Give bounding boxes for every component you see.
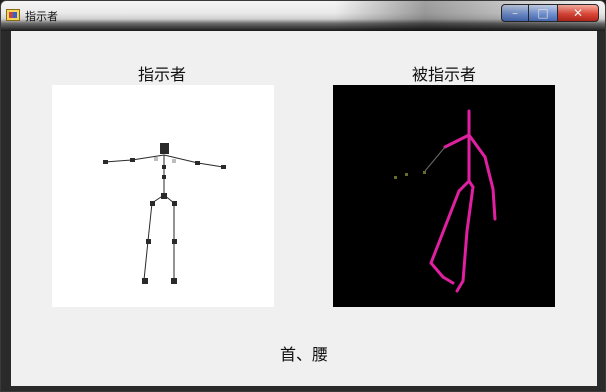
window-title: 指示者: [25, 10, 58, 23]
maximize-button[interactable]: □: [529, 4, 557, 22]
status-label: 首、腰: [279, 345, 328, 364]
title-bar[interactable]: 指示者 – □ ✕: [1, 1, 605, 31]
instructor-skeleton-svg: [52, 85, 274, 307]
window-controls: – □ ✕: [501, 4, 599, 22]
instructee-canvas: [333, 85, 555, 307]
maximize-icon: □: [537, 6, 549, 20]
instructee-skeleton-svg: [333, 85, 555, 307]
app-icon: [6, 9, 20, 21]
close-button[interactable]: ✕: [557, 4, 599, 22]
instructee-canvas-bg: [333, 85, 555, 307]
app-window: 指示者 – □ ✕ 指示者 被指示者 首、腰: [0, 0, 606, 392]
instructor-canvas: [52, 85, 274, 307]
minimize-icon: –: [512, 6, 518, 20]
client-area: 指示者 被指示者 首、腰: [11, 31, 597, 386]
right-panel-title: 被指示者: [411, 65, 476, 84]
close-icon: ✕: [572, 6, 584, 20]
minimize-button[interactable]: –: [501, 4, 529, 22]
left-panel-title: 指示者: [137, 65, 186, 84]
